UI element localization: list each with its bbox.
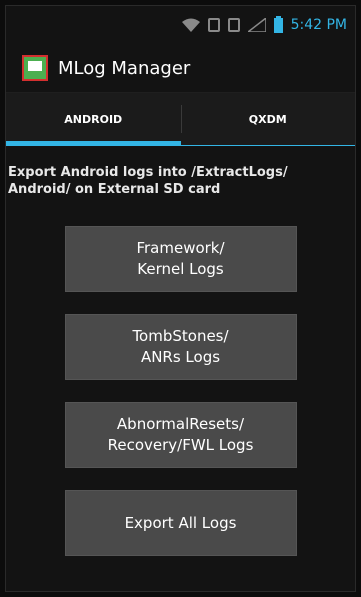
tab-qxdm[interactable]: QXDM <box>180 93 356 145</box>
tab-divider <box>6 145 355 146</box>
status-clock: 5:42 PM <box>290 17 347 33</box>
screen-frame: 5:42 PM MLog Manager ANDROID QXDM Export… <box>5 5 356 592</box>
export-all-logs-button[interactable]: Export All Logs <box>64 490 297 556</box>
wifi-icon <box>181 18 200 32</box>
action-bar: MLog Manager <box>6 44 355 93</box>
tab-bar: ANDROID QXDM <box>6 93 355 145</box>
button-group: Framework/ Kernel Logs TombStones/ ANRs … <box>6 226 355 556</box>
sim-icon <box>227 18 240 32</box>
abnormal-resets-logs-button[interactable]: AbnormalResets/ Recovery/FWL Logs <box>64 402 297 468</box>
app-icon[interactable] <box>22 55 48 81</box>
tab-android[interactable]: ANDROID <box>6 93 181 145</box>
framework-kernel-logs-button[interactable]: Framework/ Kernel Logs <box>64 226 297 292</box>
battery-icon <box>273 15 283 33</box>
status-bar: 5:42 PM <box>6 6 355 44</box>
export-description: Export Android logs into /ExtractLogs/ A… <box>8 165 288 197</box>
vibrate-icon <box>207 18 220 32</box>
app-title: MLog Manager <box>58 57 191 79</box>
tombstones-anrs-logs-button[interactable]: TombStones/ ANRs Logs <box>64 314 297 380</box>
signal-icon <box>247 18 266 32</box>
